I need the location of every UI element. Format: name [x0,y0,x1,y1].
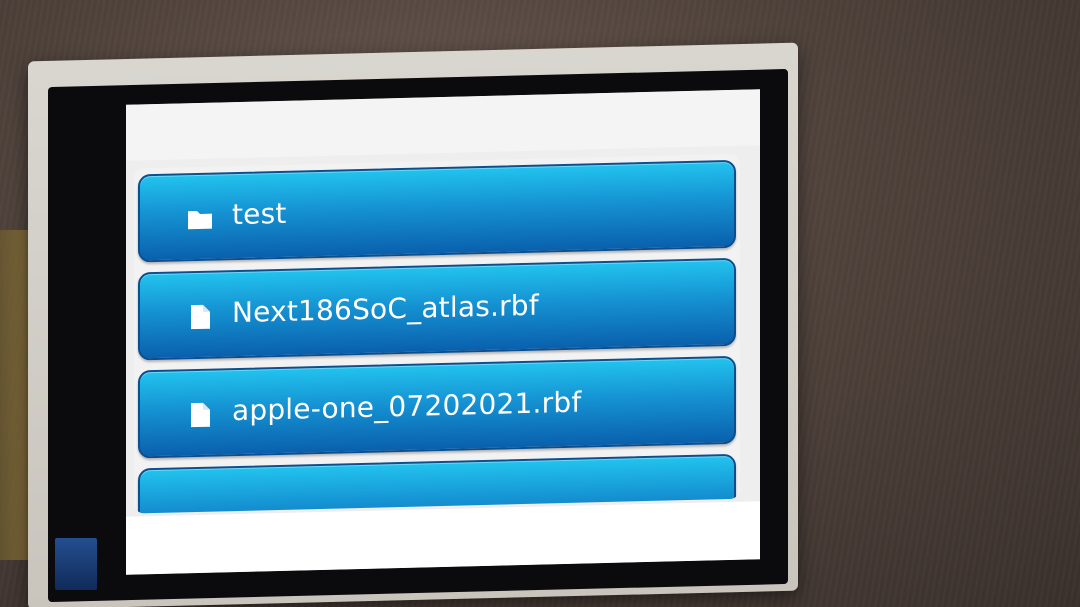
list-item-label: test [232,196,287,232]
list-item-label: Next186SoC_atlas.rbf [232,288,539,330]
list-item-label: apple-one_07202021.rbf [232,385,582,428]
list-item-file-apple-one[interactable]: apple-one_07202021.rbf [138,355,736,459]
file-icon [191,304,210,330]
file-list[interactable]: test Next186SoC_atlas.rbf apple-one_0720… [134,153,740,514]
list-item-file-next186[interactable]: Next186SoC_atlas.rbf [138,257,736,361]
folder-icon [188,211,212,230]
file-icon [191,402,210,428]
list-item-folder-test[interactable]: test [138,159,736,263]
photo-scene: test Next186SoC_atlas.rbf apple-one_0720… [0,0,1080,607]
corner-led [55,538,97,590]
lcd-screen: test Next186SoC_atlas.rbf apple-one_0720… [126,89,760,575]
